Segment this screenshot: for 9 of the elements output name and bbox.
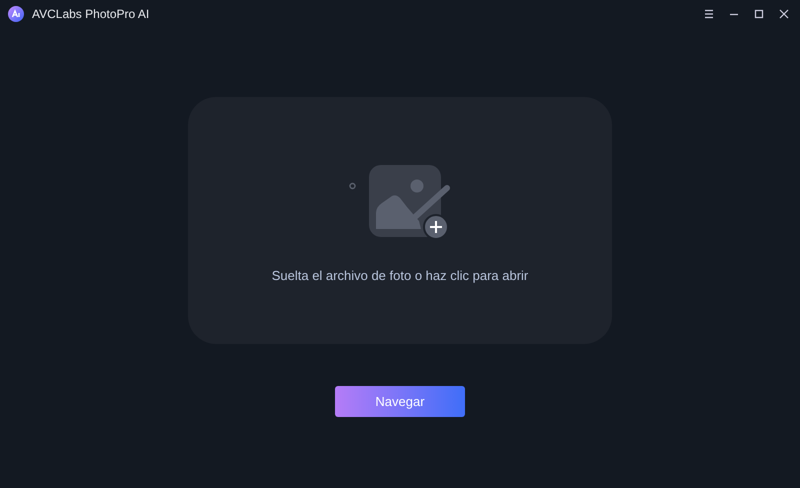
app-logo-icon xyxy=(8,6,24,22)
drop-instructions: Suelta el archivo de foto o haz clic para abrir xyxy=(272,268,528,283)
maximize-icon[interactable] xyxy=(753,8,765,20)
drop-zone[interactable]: Suelta el archivo de foto o haz clic para abrir xyxy=(188,97,612,344)
close-icon[interactable] xyxy=(778,8,790,20)
add-image-icon xyxy=(349,165,451,240)
browse-button[interactable]: Navegar xyxy=(335,386,465,417)
menu-icon[interactable] xyxy=(703,8,715,20)
window-title: AVCLabs PhotoPro AI xyxy=(32,7,150,21)
